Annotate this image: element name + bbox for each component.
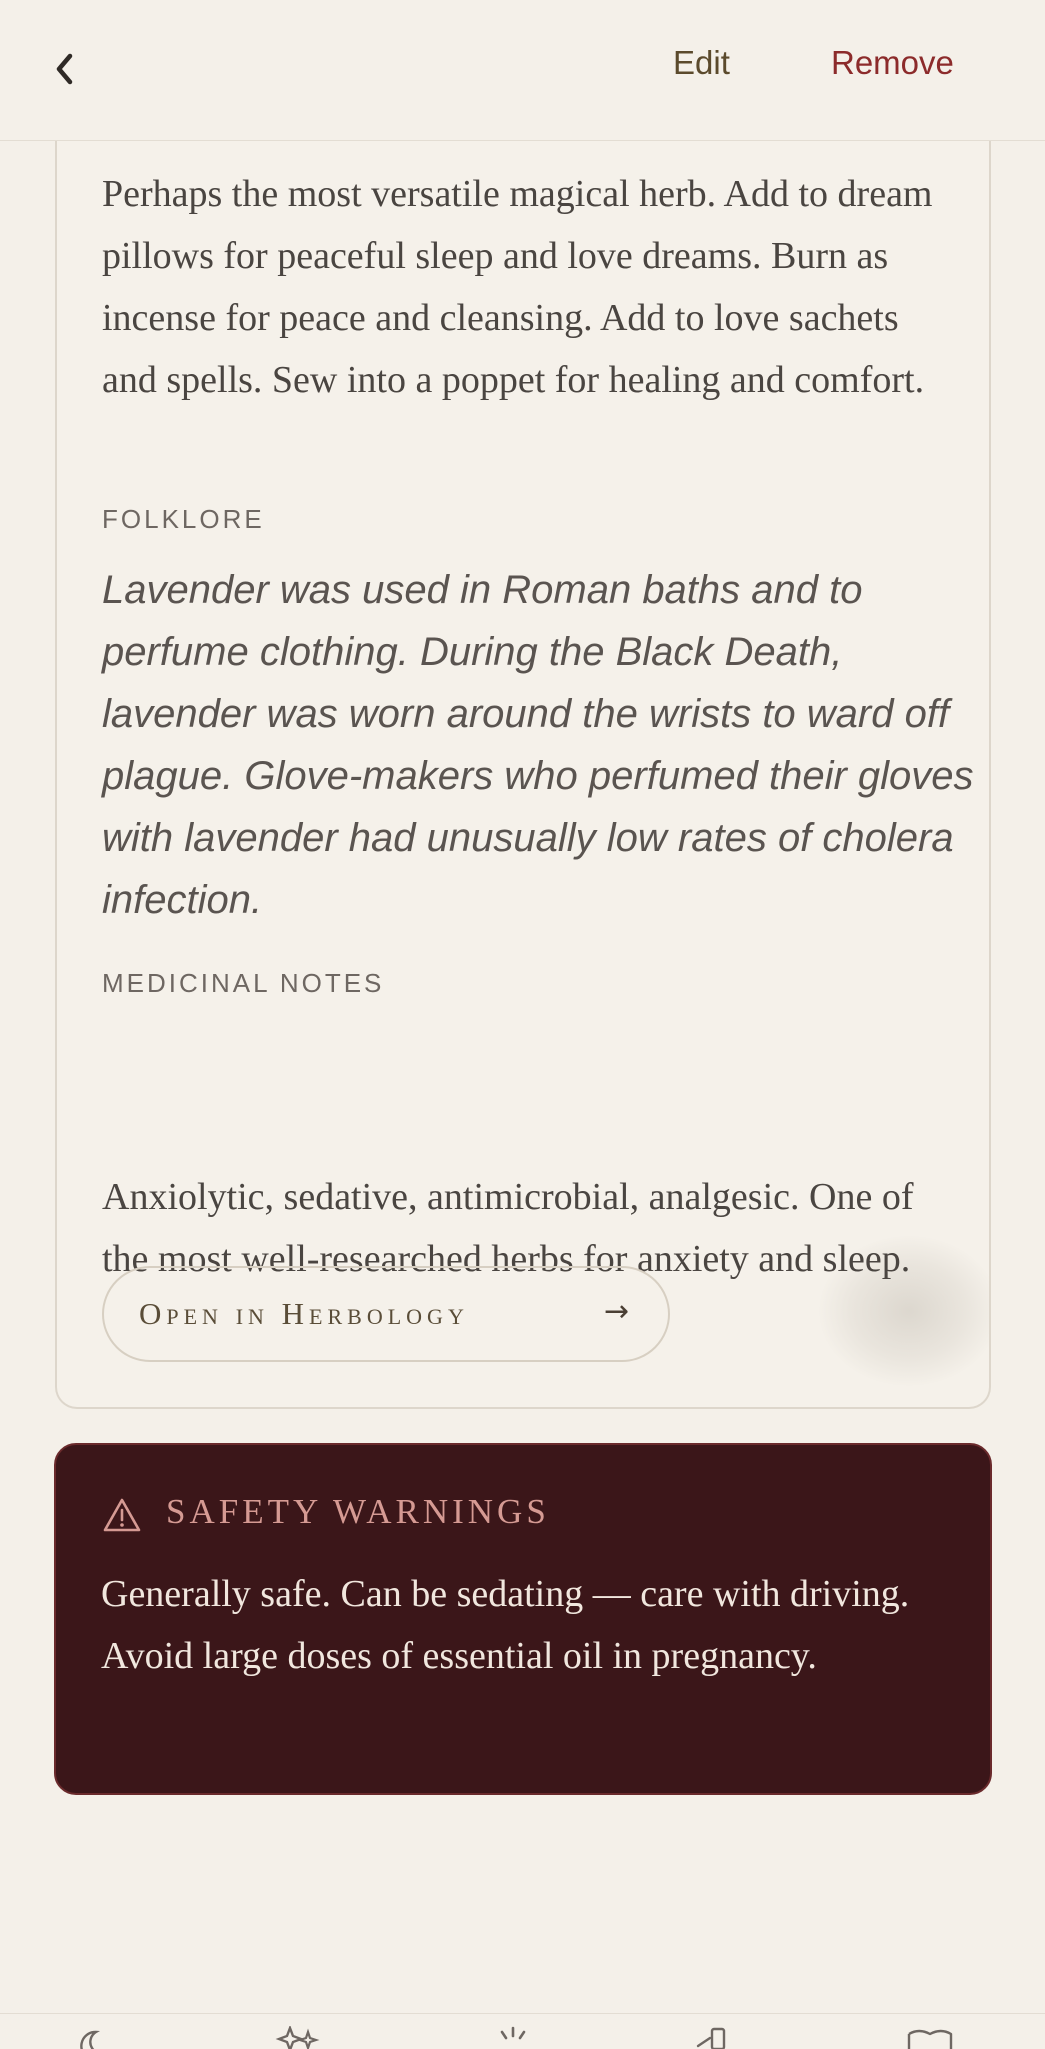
arrow-right-icon: → [604,1294,630,1329]
safety-warnings-text: Generally safe. Can be sedating — care w… [101,1573,910,1677]
edit-button[interactable]: Edit [673,44,730,82]
remove-button[interactable]: Remove [831,44,954,82]
magical-uses-text: Perhaps the most versatile magical herb.… [102,173,933,401]
sun-icon[interactable] [488,2026,538,2049]
garden-icon[interactable] [690,2026,740,2049]
sparkles-icon[interactable] [272,2026,322,2049]
moon-icon[interactable] [68,2026,118,2049]
herb-detail-card: Perhaps the most versatile magical herb.… [55,141,991,1409]
top-bar: Edit Remove [0,0,1045,141]
folklore-label: FOLKLORE [102,504,265,534]
bottom-navigation [0,2013,1045,2049]
warning-icon [103,1498,141,1532]
open-in-herbology-label: Open in Herbology [139,1296,469,1331]
folklore-text: Lavender was used in Roman baths and to … [102,568,974,922]
open-in-herbology-button[interactable]: Open in Herbology → [102,1266,670,1362]
book-icon[interactable] [905,2026,955,2049]
chevron-left-icon [56,53,73,85]
safety-warnings-title: SAFETY WARNINGS [166,1492,550,1531]
medicinal-notes-label: MEDICINAL NOTES [102,968,385,998]
back-button[interactable] [40,40,90,98]
safety-warnings-card: SAFETY WARNINGS Generally safe. Can be s… [54,1443,992,1795]
